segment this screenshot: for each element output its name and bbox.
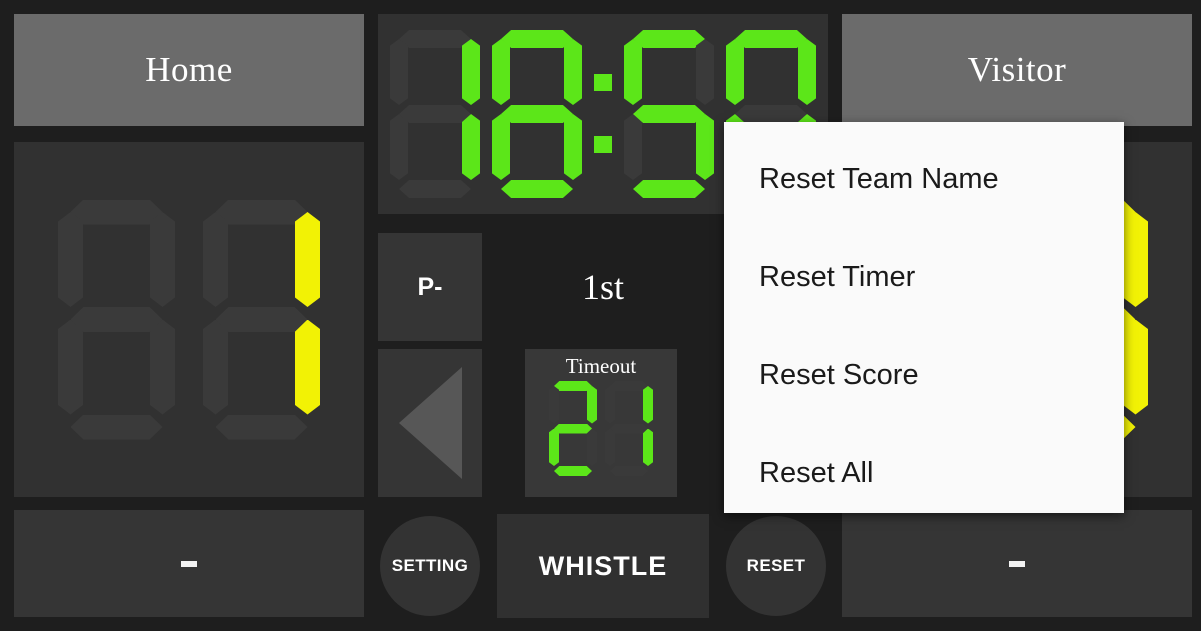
- segment-d: [633, 180, 705, 198]
- segment-c: [150, 319, 175, 415]
- segment-b: [462, 39, 480, 105]
- segment-a: [215, 199, 308, 225]
- segment-c: [1123, 319, 1148, 415]
- segment-g: [501, 105, 573, 123]
- reset-button-label: RESET: [746, 556, 806, 575]
- segment-b: [696, 39, 714, 105]
- segment-f: [726, 39, 744, 105]
- menu-item-label: Reset Score: [759, 358, 919, 391]
- segment-e: [492, 114, 510, 180]
- segment-f: [390, 39, 408, 105]
- segment-f: [492, 39, 510, 105]
- menu-item-reset-team-name[interactable]: Reset Team Name: [724, 130, 1124, 228]
- timeout-digit-ones: [603, 381, 655, 476]
- segment-b: [798, 39, 816, 105]
- visitor-team-name-label: Visitor: [967, 50, 1067, 89]
- segment-e: [549, 428, 559, 466]
- timeout-digit-tens: [547, 381, 599, 476]
- segment-a: [554, 381, 592, 391]
- period-decrement-label: P-: [417, 272, 443, 301]
- whistle-button-label: WHISTLE: [538, 550, 668, 581]
- segment-b: [295, 212, 320, 307]
- segment-g: [554, 423, 592, 434]
- menu-item-label: Reset Timer: [759, 260, 916, 293]
- timer-digit-s1: [621, 30, 717, 198]
- segment-e: [390, 114, 408, 180]
- segment-g: [633, 105, 705, 123]
- segment-a: [501, 30, 573, 48]
- timer-digit-m1: [387, 30, 483, 198]
- timeout-label: Timeout: [565, 354, 637, 378]
- reset-context-menu[interactable]: Reset Team Name Reset Timer Reset Score …: [724, 122, 1124, 513]
- visitor-team-name-button[interactable]: Visitor: [842, 14, 1192, 126]
- previous-button[interactable]: [378, 349, 482, 497]
- segment-g: [735, 105, 807, 123]
- segment-a: [70, 199, 163, 225]
- minus-icon: [181, 560, 197, 567]
- timer-digit-m2: [489, 30, 585, 198]
- timeout-digits: [547, 381, 655, 476]
- segment-d: [554, 466, 592, 476]
- period-decrement-button[interactable]: P-: [378, 233, 482, 341]
- segment-g: [70, 307, 163, 332]
- setting-button-label: SETTING: [391, 556, 469, 575]
- segment-e: [58, 319, 83, 415]
- segment-b: [643, 386, 653, 424]
- setting-button[interactable]: SETTING: [380, 516, 480, 616]
- menu-item-label: Reset All: [759, 456, 874, 489]
- segment-g: [610, 423, 648, 434]
- period-label-text: 1st: [581, 267, 624, 307]
- segment-d: [215, 414, 308, 440]
- segment-a: [610, 381, 648, 391]
- segment-f: [203, 212, 228, 307]
- segment-g: [399, 105, 471, 123]
- segment-d: [399, 180, 471, 198]
- menu-item-reset-all[interactable]: Reset All: [724, 424, 1124, 522]
- home-team-name-button[interactable]: Home: [14, 14, 364, 126]
- minus-icon: [1009, 560, 1025, 567]
- segment-d: [501, 180, 573, 198]
- segment-c: [587, 428, 597, 466]
- home-score-digit-ones: [199, 199, 324, 440]
- visitor-score-minus-button[interactable]: [842, 510, 1192, 617]
- segment-c: [564, 114, 582, 180]
- menu-item-label: Reset Team Name: [759, 162, 999, 195]
- menu-item-reset-timer[interactable]: Reset Timer: [724, 228, 1124, 326]
- segment-f: [58, 212, 83, 307]
- segment-e: [203, 319, 228, 415]
- home-score-digit-tens: [54, 199, 179, 440]
- segment-c: [462, 114, 480, 180]
- segment-a: [399, 30, 471, 48]
- segment-f: [605, 386, 615, 424]
- segment-b: [1123, 212, 1148, 307]
- segment-a: [633, 30, 705, 48]
- segment-c: [696, 114, 714, 180]
- timer-colon: [591, 30, 615, 198]
- segment-b: [587, 386, 597, 424]
- scoreboard-app: Home P- 1st Timeout SETTING WHISTLE RESE…: [0, 0, 1201, 631]
- segment-e: [624, 114, 642, 180]
- home-score-minus-button[interactable]: [14, 510, 364, 617]
- segment-f: [549, 386, 559, 424]
- home-score-display[interactable]: [14, 142, 364, 497]
- reset-button[interactable]: RESET: [726, 516, 826, 616]
- triangle-left-icon: [398, 367, 462, 479]
- segment-d: [70, 414, 163, 440]
- segment-d: [610, 466, 648, 476]
- timeout-display[interactable]: Timeout: [525, 349, 677, 497]
- segment-c: [295, 319, 320, 415]
- period-label[interactable]: 1st: [498, 233, 708, 341]
- segment-b: [564, 39, 582, 105]
- home-score-digits: [54, 199, 324, 440]
- segment-a: [735, 30, 807, 48]
- segment-b: [150, 212, 175, 307]
- segment-e: [605, 428, 615, 466]
- menu-item-reset-score[interactable]: Reset Score: [724, 326, 1124, 424]
- segment-g: [215, 307, 308, 332]
- segment-c: [643, 428, 653, 466]
- segment-f: [624, 39, 642, 105]
- home-team-name-label: Home: [145, 50, 233, 89]
- whistle-button[interactable]: WHISTLE: [497, 514, 709, 618]
